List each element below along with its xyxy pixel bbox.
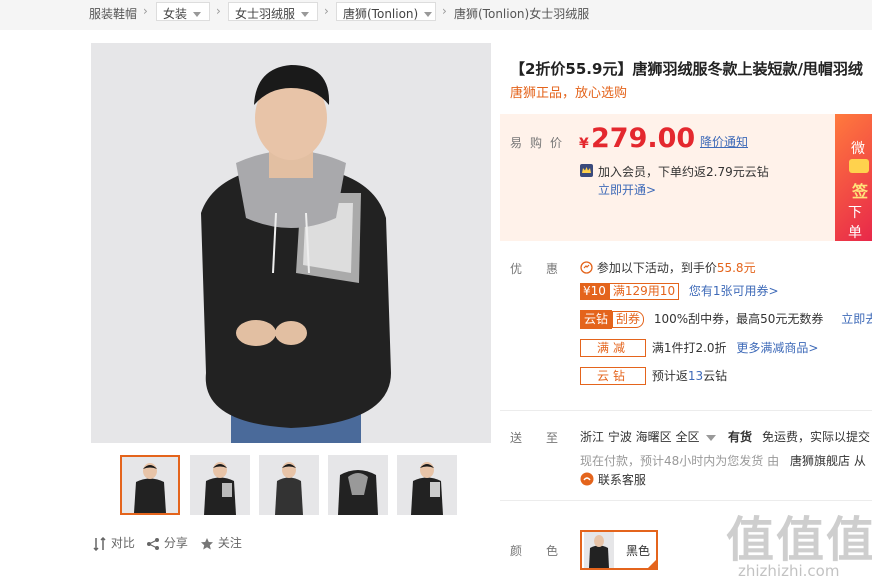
thumbnail-illustration xyxy=(397,455,457,515)
promo-side-text: 签 xyxy=(852,182,869,201)
shipping-info: 免运费，实际以提交 xyxy=(762,430,871,444)
scratch-row: 云钻 刮券 100%刮中券，最高50元无数券 立即去 xyxy=(580,310,872,329)
yunzuan-return-suffix: 云钻 xyxy=(703,369,728,383)
member-promo-text: 加入会员，下单约返2.79元云钻 xyxy=(598,165,769,179)
customer-service-label: 联系客服 xyxy=(597,473,646,487)
thumbnail-5[interactable] xyxy=(397,455,457,515)
delivery-region-selector[interactable]: 浙江 宁波 海曙区 全区 xyxy=(580,428,717,445)
thumbnail-2[interactable] xyxy=(190,455,250,515)
coupon-value-tag[interactable]: ¥10 xyxy=(580,283,609,300)
breadcrumb-separator: › xyxy=(442,4,447,18)
color-option-label: 黑色 xyxy=(626,544,651,558)
price-currency: ¥ xyxy=(579,136,589,152)
breadcrumb-current: 唐狮(Tonlion)女士羽绒服 xyxy=(454,7,590,21)
scratch-go-link[interactable]: 立即去 xyxy=(841,312,872,326)
product-subtitle: 唐狮正品，放心选购 xyxy=(510,86,628,101)
yunzuan-return-tag: 云钻 xyxy=(580,367,646,385)
thumbnail-illustration xyxy=(190,455,250,515)
thumbnail-4[interactable] xyxy=(328,455,388,515)
discount-label: 优惠 xyxy=(510,262,583,276)
thumbnail-1[interactable] xyxy=(120,455,180,515)
chevron-down-icon xyxy=(301,12,310,17)
follow-action[interactable]: 关注 xyxy=(200,534,242,551)
chevron-down-icon xyxy=(706,434,717,441)
star-icon xyxy=(201,537,213,549)
coin-icon xyxy=(849,159,869,173)
price-value: 279.00 xyxy=(591,123,696,154)
breadcrumb-separator: › xyxy=(216,4,221,18)
watermark-url: zhizhizhi.com xyxy=(738,562,840,580)
breadcrumb-root[interactable]: 服装鞋帽 xyxy=(89,5,137,22)
promo-side-text: 下单 xyxy=(848,205,862,241)
delivery-region: 浙江 宁波 海曙区 全区 xyxy=(580,430,700,444)
yunzuan-return-prefix: 预计返 xyxy=(651,369,688,383)
compare-label: 对比 xyxy=(110,536,135,550)
yunzuan-tag: 云钻 xyxy=(580,310,613,329)
breadcrumb-dropdown-subcategory[interactable]: 女士羽绒服 xyxy=(228,2,318,21)
product-title: 【2折价55.9元】唐狮羽绒服冬款上装短款/甩帽羽绒 xyxy=(510,60,863,78)
scratch-tag: 刮券 xyxy=(612,311,645,328)
coupon-row: ¥10 满129用10 您有1张可用券> xyxy=(580,282,779,300)
share-action[interactable]: 分享 xyxy=(146,534,188,551)
thumbnail-illustration xyxy=(328,455,388,515)
delivery-eta: 现在付款，预计48小时内为您发货 由 xyxy=(580,454,780,468)
customer-service-icon xyxy=(580,472,594,486)
coupon-rule-tag[interactable]: 满129用10 xyxy=(608,283,680,300)
member-crown-icon xyxy=(580,164,593,177)
yunzuan-return-count: 13 xyxy=(687,369,704,383)
chevron-down-icon xyxy=(193,12,202,17)
breadcrumb-separator: › xyxy=(324,4,329,18)
compare-icon xyxy=(93,536,106,551)
breadcrumb-separator: › xyxy=(143,4,148,18)
manjian-more-link[interactable]: 更多满减商品> xyxy=(736,341,818,355)
stock-status: 有货 xyxy=(728,430,753,444)
color-option-thumbnail xyxy=(584,532,614,568)
chevron-down-icon xyxy=(424,12,433,17)
watermark-logo-text: 值值值 xyxy=(726,512,872,568)
manjian-row: 满减 满1件打2.0折 更多满减商品> xyxy=(580,339,818,357)
color-option-black[interactable]: 黑色 xyxy=(580,530,658,570)
product-photo-illustration xyxy=(91,43,491,443)
price-drop-notify-link[interactable]: 降价通知 xyxy=(700,133,748,150)
compare-action[interactable]: 对比 xyxy=(93,534,135,551)
thumbnail-illustration xyxy=(122,457,178,513)
follow-label: 关注 xyxy=(217,536,242,550)
promo-side-text: 微 xyxy=(851,141,865,157)
activity-text: 参加以下活动，到手价 xyxy=(596,261,717,275)
breadcrumb-dropdown-label: 女装 xyxy=(163,7,188,21)
price-label: 易购价 xyxy=(510,136,571,150)
member-join-link[interactable]: 立即开通> xyxy=(598,181,656,198)
share-icon xyxy=(147,537,159,550)
activity-price: 55.8元 xyxy=(716,261,756,275)
product-main-image[interactable] xyxy=(91,43,491,443)
thumbnail-illustration xyxy=(259,455,319,515)
breadcrumb-dropdown-brand[interactable]: 唐狮(Tonlion) xyxy=(336,2,436,21)
selected-check-icon xyxy=(647,559,657,569)
breadcrumb-dropdown-label: 唐狮(Tonlion) xyxy=(343,7,419,21)
activity-row: 参加以下活动，到手价55.8元 xyxy=(580,259,756,276)
thumbnail-3[interactable] xyxy=(259,455,319,515)
coupon-available-link[interactable]: 您有1张可用券> xyxy=(689,284,779,298)
scratch-text: 100%刮中券，最高50元无数券 xyxy=(653,312,824,326)
color-label: 颜色 xyxy=(510,544,583,558)
promo-side-banner[interactable]: 微 签 下单 xyxy=(835,114,872,241)
manjian-text: 满1件打2.0折 xyxy=(651,341,727,355)
manjian-tag: 满减 xyxy=(580,339,646,357)
watermark: 值值值 zhizhizhi.com xyxy=(720,500,872,588)
share-label: 分享 xyxy=(163,536,188,550)
activity-icon xyxy=(580,261,593,274)
delivery-label: 送至 xyxy=(510,431,583,445)
breadcrumb-dropdown-label: 女士羽绒服 xyxy=(235,7,296,21)
breadcrumb-dropdown-category[interactable]: 女装 xyxy=(156,2,210,21)
seller-name[interactable]: 唐狮旗舰店 从 xyxy=(790,452,866,469)
yunzuan-return-row: 云钻 预计返13云钻 xyxy=(580,367,727,385)
customer-service-link[interactable]: 联系客服 xyxy=(580,471,646,488)
section-divider xyxy=(500,410,872,411)
